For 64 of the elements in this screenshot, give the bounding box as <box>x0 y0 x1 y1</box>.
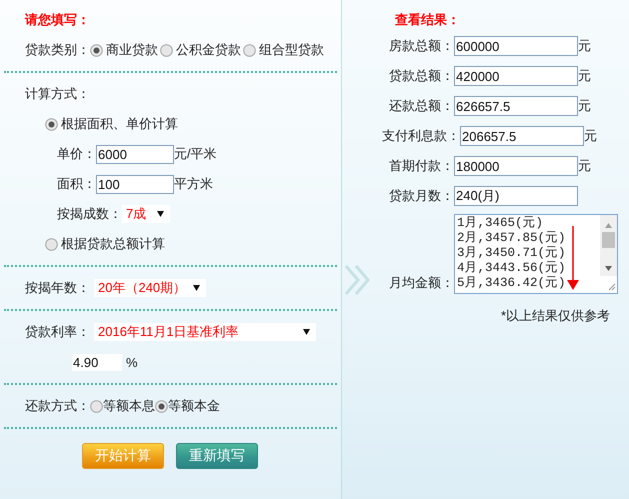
caret-icon <box>193 285 200 291</box>
chevron-icon <box>344 264 370 296</box>
field-label: 月均金额： <box>388 274 454 292</box>
unit-label: 元 <box>578 97 591 115</box>
list-line: 4月,3443.56(元) <box>457 261 567 276</box>
input-field[interactable]: 6000 <box>96 144 174 164</box>
field-label: 计算方式： <box>24 85 91 103</box>
field-label: 还款总额： <box>388 97 454 115</box>
field-label: 面积： <box>57 175 96 193</box>
unit-label: 元 <box>578 157 591 175</box>
down-arrow <box>567 226 579 290</box>
section-title: 查看结果： <box>395 11 461 29</box>
input-field[interactable]: 626657.5 <box>454 96 578 116</box>
radio-button[interactable] <box>243 44 256 56</box>
radio-button[interactable] <box>90 400 103 412</box>
radio-button[interactable] <box>90 44 103 56</box>
unit-label: 平方米 <box>174 175 213 193</box>
radio-label: 商业贷款 <box>106 41 158 59</box>
input-field[interactable]: 240(月) <box>454 186 578 206</box>
caret-icon <box>157 211 164 217</box>
radio-label: 等额本息 <box>103 397 155 415</box>
field-label: 房款总额： <box>388 37 454 55</box>
input-field[interactable]: 100 <box>96 174 174 194</box>
scrollbar[interactable] <box>600 215 617 293</box>
monthly-list[interactable]: 1月,3465(元) 2月,3457.85(元) 3月,3450.71(元) 4月,3443.56(元) 5月,3436.42(元) <box>454 214 618 294</box>
dropdown[interactable]: 2016年11月1日基准利率 <box>94 323 316 341</box>
unit-label: 元 <box>584 127 597 145</box>
unit-label: 元 <box>578 67 591 85</box>
input-field[interactable]: 4.90 <box>72 354 122 370</box>
field-label: 按揭年数： <box>25 279 90 297</box>
radio-label: 组合型贷款 <box>259 41 324 59</box>
unit-label: 元 <box>578 37 591 55</box>
radio-button[interactable] <box>155 400 168 412</box>
field-label: 还款方式： <box>25 397 90 415</box>
input-field[interactable]: 420000 <box>454 66 578 86</box>
radio-button[interactable] <box>160 44 173 56</box>
radio-button[interactable] <box>45 238 58 250</box>
list-line: 3月,3450.71(元) <box>457 246 567 261</box>
unit-label: 元/平米 <box>174 145 217 163</box>
field-label: 支付利息款： <box>381 127 460 145</box>
list-line: 1月,3465(元) <box>457 216 544 231</box>
radio-label: 公积金贷款 <box>176 41 241 59</box>
radio-label: 根据贷款总额计算 <box>61 235 165 253</box>
field-label: 贷款月数： <box>388 187 454 205</box>
dropdown[interactable]: 20年（240期） <box>94 279 206 297</box>
list-line: 2月,3457.85(元) <box>457 231 567 246</box>
dropdown[interactable]: 7成 <box>122 205 170 223</box>
field-label: 贷款利率： <box>25 323 90 341</box>
field-label: 贷款总额： <box>388 67 454 85</box>
input-field[interactable]: 600000 <box>454 36 578 56</box>
list-line: 5月,3436.42(元) <box>457 276 567 291</box>
unit-label: % <box>126 354 138 370</box>
caret-icon <box>303 329 310 335</box>
field-label: 贷款类别： <box>25 41 90 59</box>
radio-label: 根据面积、单价计算 <box>61 115 178 133</box>
radio-button[interactable] <box>45 118 58 130</box>
input-field[interactable]: 206657.5 <box>460 126 584 146</box>
field-label: 单价： <box>57 145 96 163</box>
section-title: 请您填写： <box>25 11 91 29</box>
radio-label: 等额本金 <box>168 397 220 415</box>
input-field[interactable]: 180000 <box>454 156 578 176</box>
field-label: 首期付款： <box>388 157 454 175</box>
note-text: *以上结果仅供参考 <box>500 307 611 325</box>
field-label: 按揭成数： <box>57 205 122 223</box>
